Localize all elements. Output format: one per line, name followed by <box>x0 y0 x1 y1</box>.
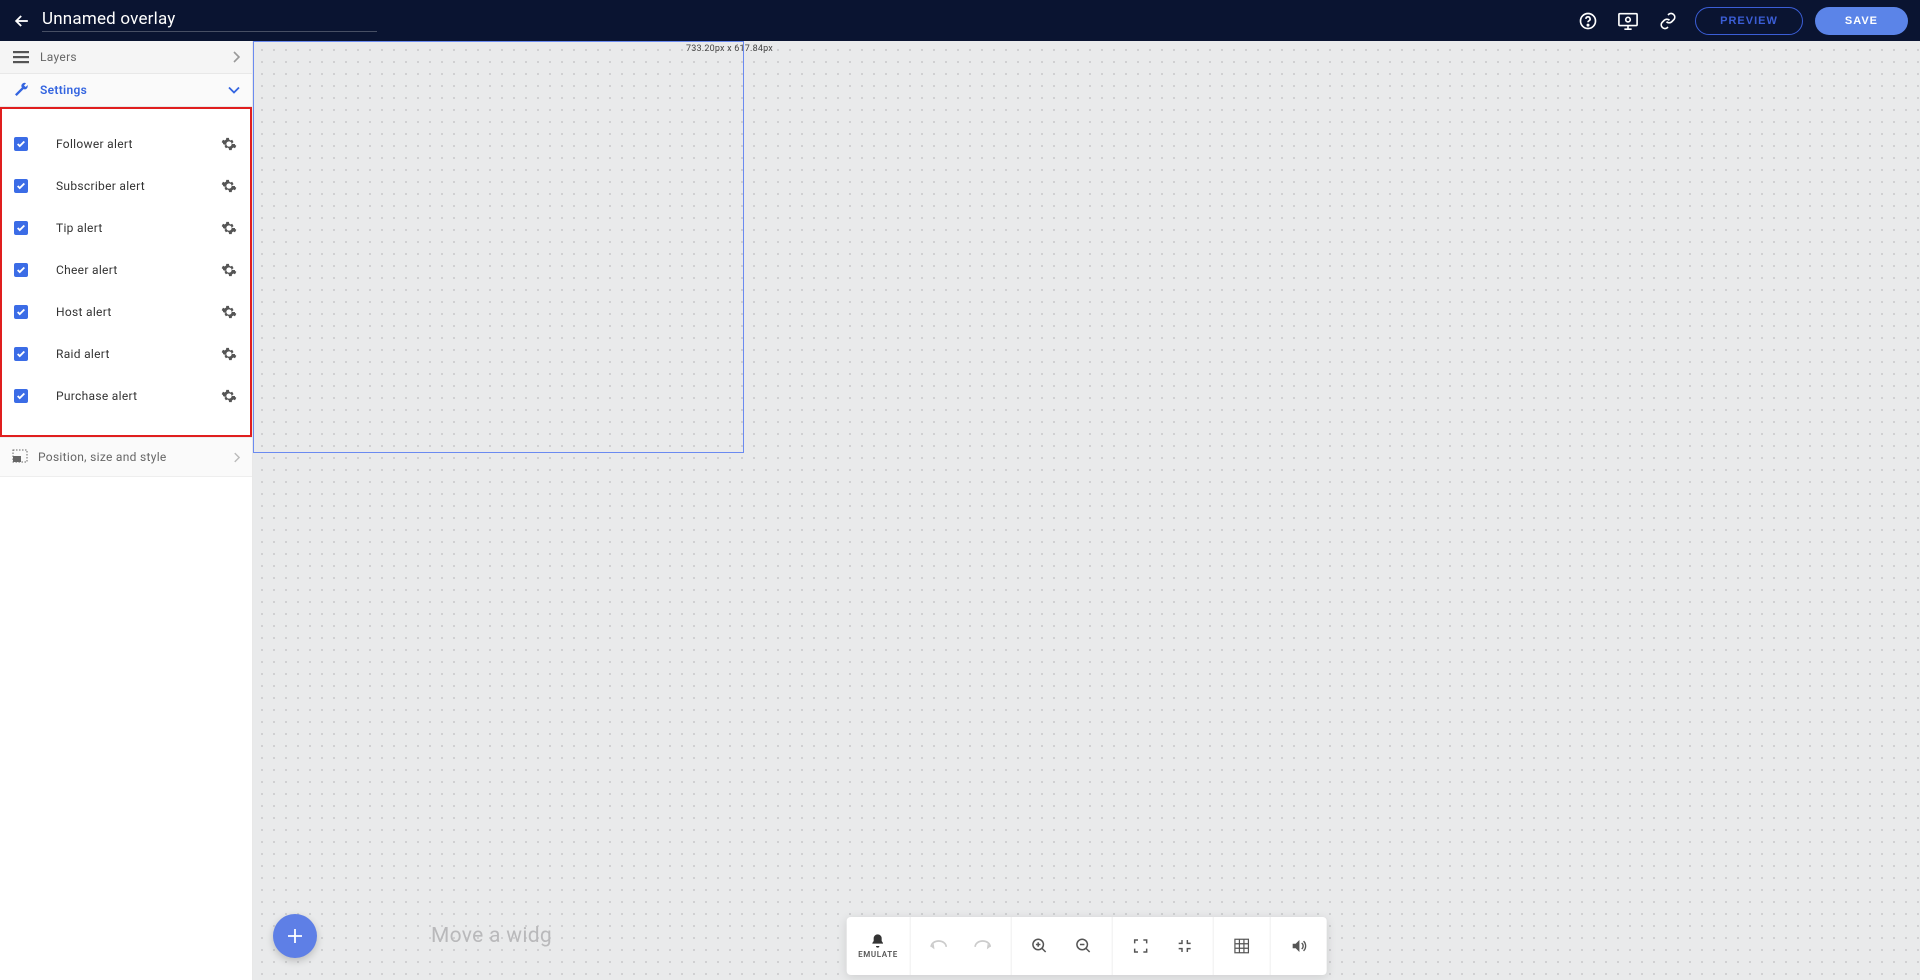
checkbox[interactable] <box>14 179 28 193</box>
chevron-down-icon <box>228 86 240 94</box>
selection-size-label: 733.20px x 617.84px <box>686 44 773 54</box>
position-label: Position, size and style <box>38 450 233 464</box>
gear-icon[interactable] <box>220 219 238 237</box>
alerts-list: Follower alert Subscriber alert Tip aler… <box>0 107 252 437</box>
preview-button[interactable]: PREVIEW <box>1695 7 1803 35</box>
zoom-section <box>1012 917 1113 975</box>
checkbox[interactable] <box>14 137 28 151</box>
settings-label: Settings <box>40 83 228 97</box>
checkbox[interactable] <box>14 221 28 235</box>
gear-icon[interactable] <box>220 387 238 405</box>
gear-icon[interactable] <box>220 135 238 153</box>
plus-icon <box>286 927 304 945</box>
zoom-out-button[interactable] <box>1074 936 1094 956</box>
zoom-in-button[interactable] <box>1030 936 1050 956</box>
alert-row-follower: Follower alert <box>2 123 250 165</box>
undo-button[interactable] <box>929 936 949 956</box>
alert-row-raid: Raid alert <box>2 333 250 375</box>
gear-icon[interactable] <box>220 177 238 195</box>
alert-label: Host alert <box>56 305 220 319</box>
grid-toggle-button[interactable] <box>1232 936 1252 956</box>
alert-label: Follower alert <box>56 137 220 151</box>
layers-icon <box>12 48 30 66</box>
obs-button[interactable] <box>1617 10 1639 32</box>
canvas-area[interactable]: 733.20px x 617.84px Move a widg EMULATE <box>253 41 1920 980</box>
overlay-title: Unnamed overlay <box>42 9 377 29</box>
volume-section <box>1271 917 1327 975</box>
settings-section-header[interactable]: Settings <box>0 74 252 107</box>
position-section-header[interactable]: Position, size and style <box>0 437 252 477</box>
chevron-right-icon <box>232 51 240 63</box>
grid-icon <box>1233 937 1251 955</box>
wrench-icon <box>12 81 30 99</box>
expand-icon <box>1133 938 1149 954</box>
arrow-left-icon <box>12 11 32 31</box>
checkbox[interactable] <box>14 305 28 319</box>
sidebar: Layers Settings Follower alert <box>0 41 253 980</box>
zoom-out-icon <box>1075 937 1093 955</box>
alert-label: Purchase alert <box>56 389 220 403</box>
layers-section-header[interactable]: Layers <box>0 41 252 74</box>
alert-label: Subscriber alert <box>56 179 220 193</box>
link-icon <box>1659 12 1677 30</box>
header-actions <box>1577 10 1679 32</box>
app-header: Unnamed overlay PREVIEW SAVE <box>0 0 1920 41</box>
alert-row-purchase: Purchase alert <box>2 375 250 417</box>
collapse-icon <box>1177 938 1193 954</box>
emulate-label: EMULATE <box>858 950 898 959</box>
help-button[interactable] <box>1577 10 1599 32</box>
save-button[interactable]: SAVE <box>1815 7 1908 35</box>
volume-icon <box>1290 937 1308 955</box>
add-widget-fab[interactable] <box>273 914 317 958</box>
position-icon <box>12 449 28 465</box>
layers-label: Layers <box>40 50 232 64</box>
zoom-in-icon <box>1031 937 1049 955</box>
undo-icon <box>929 939 949 953</box>
checkbox[interactable] <box>14 389 28 403</box>
bell-icon <box>870 933 886 949</box>
checkbox[interactable] <box>14 347 28 361</box>
alert-row-cheer: Cheer alert <box>2 249 250 291</box>
gear-icon[interactable] <box>220 345 238 363</box>
exit-fullscreen-button[interactable] <box>1175 936 1195 956</box>
monitor-gear-icon <box>1617 11 1639 31</box>
emulate-button[interactable]: EMULATE <box>846 917 911 975</box>
gear-icon[interactable] <box>220 261 238 279</box>
canvas-toolbar: EMULATE <box>846 917 1327 975</box>
history-section <box>911 917 1012 975</box>
grid-section <box>1214 917 1271 975</box>
volume-button[interactable] <box>1289 936 1309 956</box>
fullscreen-section <box>1113 917 1214 975</box>
alert-label: Cheer alert <box>56 263 220 277</box>
fullscreen-button[interactable] <box>1131 936 1151 956</box>
alert-row-subscriber: Subscriber alert <box>2 165 250 207</box>
alert-row-tip: Tip alert <box>2 207 250 249</box>
checkbox[interactable] <box>14 263 28 277</box>
help-icon <box>1578 11 1598 31</box>
alert-label: Tip alert <box>56 221 220 235</box>
chevron-right-icon <box>233 452 240 463</box>
redo-button[interactable] <box>973 936 993 956</box>
canvas-hint-text: Move a widg <box>431 924 552 948</box>
selected-widget-box[interactable] <box>253 41 744 453</box>
back-button[interactable] <box>8 7 36 35</box>
redo-icon <box>973 939 993 953</box>
alert-row-host: Host alert <box>2 291 250 333</box>
gear-icon[interactable] <box>220 303 238 321</box>
alert-label: Raid alert <box>56 347 220 361</box>
link-button[interactable] <box>1657 10 1679 32</box>
title-input-wrap[interactable]: Unnamed overlay <box>42 9 377 32</box>
